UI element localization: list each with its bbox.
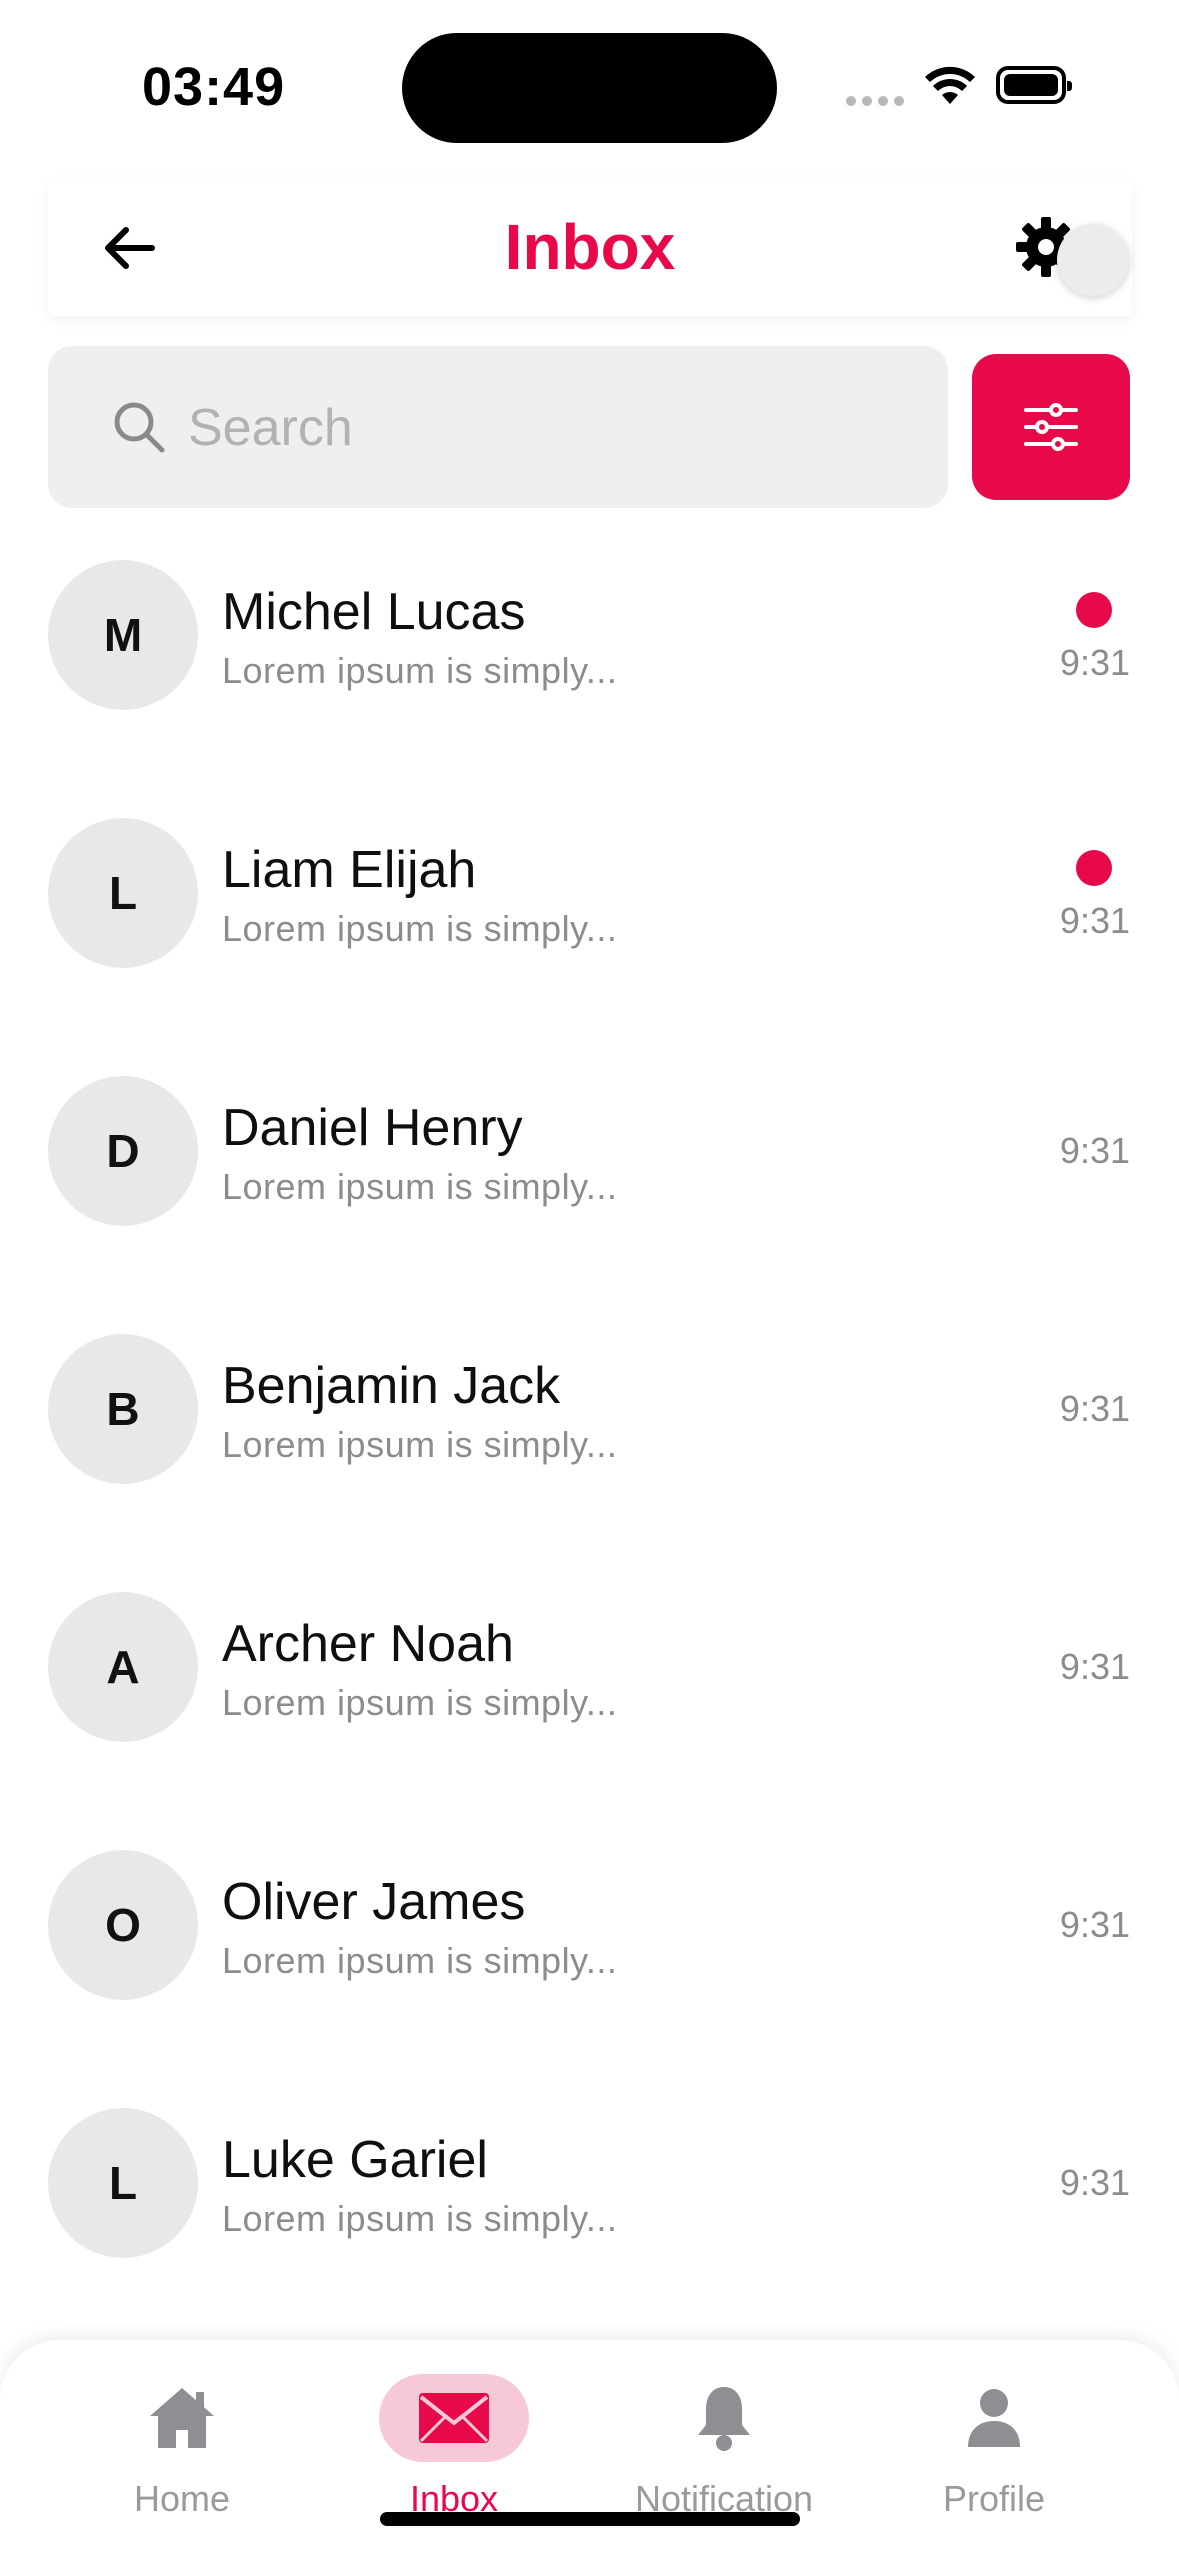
message-preview: Lorem ipsum is simply... — [222, 2198, 618, 2239]
contact-name: Liam Elijah — [222, 841, 477, 899]
list-item[interactable]: O Oliver James Lorem ipsum is simply... … — [0, 1850, 1179, 2010]
nav-item-home[interactable]: Home — [52, 2370, 312, 2530]
avatar: L — [48, 818, 198, 968]
avatar: A — [48, 1592, 198, 1742]
search-input[interactable] — [186, 390, 890, 466]
wifi-icon — [925, 66, 975, 104]
filter-sliders-icon — [1024, 403, 1078, 451]
filter-button[interactable] — [972, 354, 1130, 500]
message-preview: Lorem ipsum is simply... — [222, 908, 618, 949]
header-bar: Inbox — [48, 180, 1132, 316]
nav-label: Profile — [942, 2478, 1046, 2519]
list-item[interactable]: D Daniel Henry Lorem ipsum is simply... … — [0, 1076, 1179, 1236]
message-time: 9:31 — [1059, 900, 1130, 941]
avatar: M — [48, 560, 198, 710]
nav-icon-container — [379, 2374, 529, 2462]
dynamic-island — [402, 33, 777, 143]
message-time: 9:31 — [1059, 2162, 1130, 2203]
message-time: 9:31 — [1059, 1130, 1130, 1171]
status-time: 03:49 — [142, 57, 286, 117]
floating-assistive-button[interactable] — [1057, 224, 1129, 296]
contact-name: Archer Noah — [222, 1615, 514, 1673]
battery-icon — [996, 66, 1072, 104]
message-preview: Lorem ipsum is simply... — [222, 1682, 618, 1723]
avatar: L — [48, 2108, 198, 2258]
contact-name: Daniel Henry — [222, 1099, 523, 1157]
nav-icon-container — [107, 2374, 257, 2462]
nav-item-notification[interactable]: Notification — [594, 2370, 854, 2530]
home-icon — [150, 2388, 214, 2448]
nav-icon-container — [919, 2374, 1069, 2462]
unread-dot — [1076, 592, 1112, 628]
contact-name: Benjamin Jack — [222, 1357, 561, 1415]
message-preview: Lorem ipsum is simply... — [222, 1166, 618, 1207]
list-item[interactable]: A Archer Noah Lorem ipsum is simply... 9… — [0, 1592, 1179, 1752]
list-item[interactable]: L Luke Gariel Lorem ipsum is simply... 9… — [0, 2108, 1179, 2268]
status-bar: 03:49 — [0, 0, 1179, 170]
avatar: B — [48, 1334, 198, 1484]
avatar: D — [48, 1076, 198, 1226]
nav-icon-container — [649, 2374, 799, 2462]
message-preview: Lorem ipsum is simply... — [222, 1940, 618, 1981]
unread-dot — [1076, 850, 1112, 886]
message-time: 9:31 — [1059, 1904, 1130, 1945]
bell-icon — [698, 2387, 750, 2451]
search-bar[interactable] — [48, 346, 948, 508]
nav-label: Home — [133, 2478, 231, 2519]
message-preview: Lorem ipsum is simply... — [222, 650, 618, 691]
home-indicator — [380, 2512, 800, 2526]
person-icon — [968, 2389, 1020, 2447]
contact-name: Michel Lucas — [222, 583, 526, 641]
nav-item-inbox[interactable]: Inbox — [324, 2370, 584, 2530]
page-title: Inbox — [504, 211, 676, 283]
cellular-signal-icon — [846, 96, 904, 106]
list-item[interactable]: B Benjamin Jack Lorem ipsum is simply...… — [0, 1334, 1179, 1494]
message-time: 9:31 — [1059, 642, 1130, 683]
contact-name: Oliver James — [222, 1873, 526, 1931]
contact-name: Luke Gariel — [222, 2131, 488, 2189]
nav-item-profile[interactable]: Profile — [864, 2370, 1124, 2530]
message-preview: Lorem ipsum is simply... — [222, 1424, 618, 1465]
list-item[interactable]: L Liam Elijah Lorem ipsum is simply... 9… — [0, 818, 1179, 978]
search-icon — [114, 402, 165, 453]
avatar: O — [48, 1850, 198, 2000]
mail-icon — [419, 2393, 489, 2443]
list-item[interactable]: M Michel Lucas Lorem ipsum is simply... … — [0, 560, 1179, 720]
message-time: 9:31 — [1059, 1646, 1130, 1687]
message-time: 9:31 — [1059, 1388, 1130, 1429]
